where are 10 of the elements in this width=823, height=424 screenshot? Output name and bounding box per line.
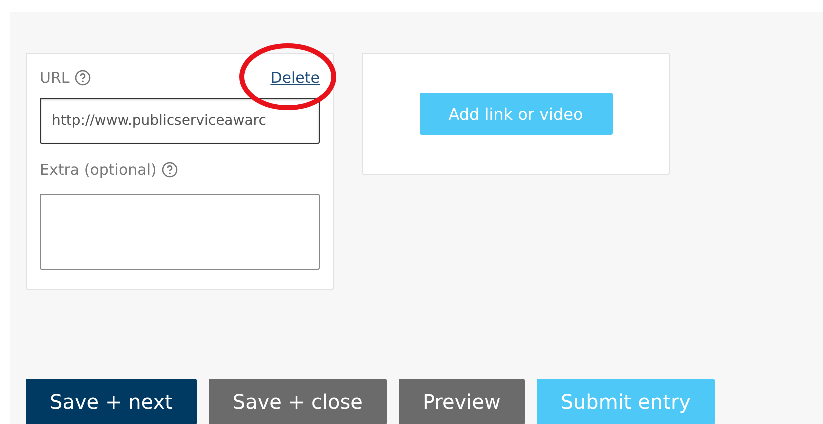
url-label: URL <box>40 69 70 87</box>
help-icon[interactable] <box>162 162 178 178</box>
url-field[interactable]: http://www.publicserviceawarc <box>40 98 320 144</box>
extra-field[interactable] <box>40 194 320 270</box>
action-button[interactable]: Save + close <box>208 379 387 424</box>
delete-link[interactable]: Delete <box>270 69 320 87</box>
action-button[interactable]: Save + next <box>26 379 197 424</box>
action-button[interactable]: Preview <box>398 379 525 424</box>
extra-label: Extra (optional) <box>40 161 157 179</box>
help-icon[interactable] <box>74 70 91 86</box>
